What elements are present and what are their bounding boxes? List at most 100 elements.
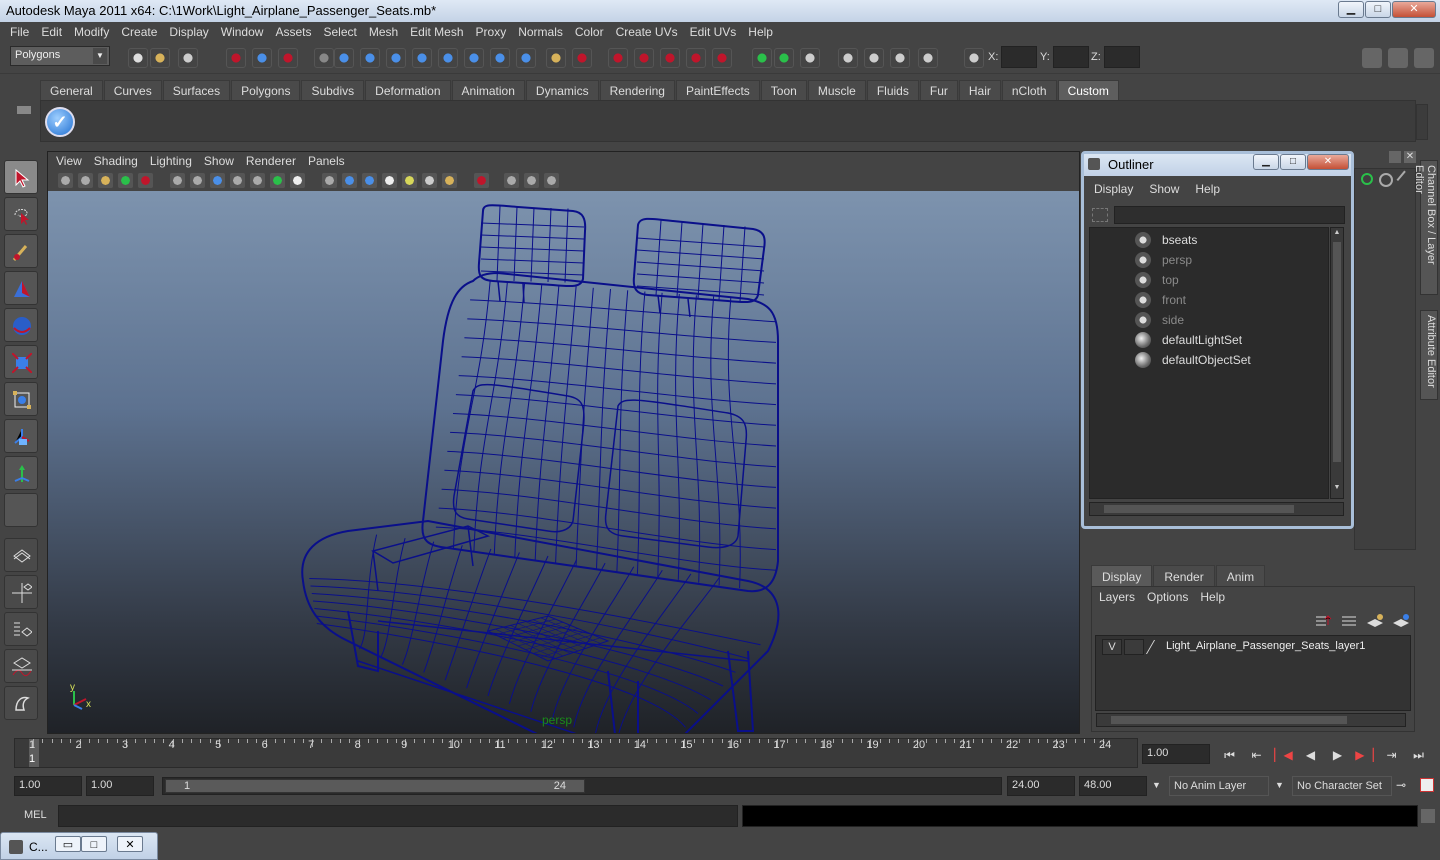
outliner-item[interactable]: bseats	[1090, 230, 1328, 250]
field-chart-icon[interactable]	[250, 173, 265, 188]
viewport-menu-renderer[interactable]: Renderer	[242, 152, 304, 170]
layer-scroll-thumb[interactable]	[1111, 716, 1347, 724]
menu-color[interactable]: Color	[569, 22, 610, 42]
filter-icon[interactable]	[1092, 208, 1108, 222]
range-slider-handle[interactable]: 1 24	[165, 779, 585, 793]
shelf-tab-painteffects[interactable]: PaintEffects	[675, 80, 760, 100]
viewport-menu-show[interactable]: Show	[200, 152, 242, 170]
minimized-window[interactable]: C... ▭ □ ✕	[0, 832, 158, 860]
shelf-tab-polygons[interactable]: Polygons	[231, 80, 301, 100]
textured-icon[interactable]	[382, 173, 397, 188]
grid-icon[interactable]	[170, 173, 185, 188]
mel-label[interactable]: MEL	[24, 809, 47, 821]
channel-float-icon[interactable]	[1389, 151, 1401, 163]
tool-settings-icon[interactable]	[1388, 48, 1408, 68]
select-camera-icon[interactable]	[58, 173, 73, 188]
layer-horizontal-scrollbar[interactable]	[1096, 713, 1406, 727]
select-tool-icon[interactable]	[4, 160, 38, 194]
layer-playback-toggle[interactable]	[1124, 639, 1144, 655]
shelf-tab-custom[interactable]: Custom	[1057, 80, 1119, 100]
input-line-menu-icon[interactable]	[918, 48, 938, 68]
snap-to-curve-icon[interactable]	[634, 48, 654, 68]
menu-create-uvs[interactable]: Create UVs	[610, 22, 684, 42]
outliner-vertical-scrollbar[interactable]: ▲ ▼	[1330, 227, 1344, 499]
image-plane-icon[interactable]	[118, 173, 133, 188]
outliner-close-button[interactable]: ✕	[1307, 154, 1349, 170]
move-tool-icon[interactable]	[4, 345, 38, 379]
go-to-end-icon[interactable]: ⏭	[1405, 746, 1432, 764]
scroll-down-icon[interactable]: ▼	[1332, 484, 1342, 494]
snap-to-point-icon[interactable]	[660, 48, 680, 68]
output-ops-icon[interactable]	[774, 48, 794, 68]
select-by-hierarchy-icon[interactable]	[226, 48, 246, 68]
shelf-tab-animation[interactable]: Animation	[451, 80, 525, 100]
step-back-key-icon[interactable]: ⇤	[1243, 746, 1270, 764]
shelf-tab-muscle[interactable]: Muscle	[807, 80, 866, 100]
menu-select[interactable]: Select	[317, 22, 362, 42]
menu-create[interactable]: Create	[115, 22, 163, 42]
viewport-menu-lighting[interactable]: Lighting	[146, 152, 200, 170]
viewport-menu-shading[interactable]: Shading	[90, 152, 146, 170]
four-pane-layout-icon[interactable]	[4, 575, 38, 609]
anim-layer-dropdown[interactable]: No Anim Layer	[1169, 776, 1269, 796]
outliner-search-input[interactable]	[1114, 206, 1345, 224]
panel-layout-icon[interactable]	[1362, 48, 1382, 68]
layer-color-icon[interactable]	[1145, 640, 1167, 654]
select-surfaces-icon[interactable]	[412, 48, 432, 68]
viewport-menu-view[interactable]: View	[52, 152, 90, 170]
close-button[interactable]: ✕	[1392, 1, 1436, 18]
flat-shade-icon[interactable]	[362, 173, 377, 188]
minimize-button[interactable]: ▁	[1338, 1, 1364, 18]
outliner-menu-show[interactable]: Show	[1149, 182, 1179, 200]
layer-tab-display[interactable]: Display	[1091, 565, 1153, 586]
render-settings-icon[interactable]	[890, 48, 910, 68]
construction-history-icon[interactable]	[800, 48, 820, 68]
layer-menu-layers[interactable]: Layers	[1099, 590, 1135, 604]
shelf-tab-ncloth[interactable]: nCloth	[1001, 80, 1057, 100]
shelf-scroll[interactable]	[1416, 104, 1428, 140]
select-curves-icon[interactable]	[386, 48, 406, 68]
outliner-item[interactable]: defaultLightSet	[1090, 330, 1328, 350]
playback-end-field[interactable]: 24.00	[1007, 776, 1075, 796]
range-slider[interactable]: 1 24	[162, 777, 1002, 795]
time-slider[interactable]: 1 1 2 3 4 5 6 7 8 9 10 11 12 13 14 15 16 17 18 19 20 21 22 23 2…	[14, 738, 1138, 768]
xray-components-icon[interactable]	[544, 173, 559, 188]
lasso-tool-icon[interactable]	[4, 197, 38, 231]
layer-visibility-toggle[interactable]: V	[1102, 639, 1122, 655]
shelf-tab-fur[interactable]: Fur	[919, 80, 958, 100]
menu-assets[interactable]: Assets	[269, 22, 317, 42]
xray-joints-icon[interactable]	[524, 173, 539, 188]
maximize-button[interactable]: □	[1365, 1, 1391, 18]
select-joints-icon[interactable]	[360, 48, 380, 68]
check-icon[interactable]: ✓	[45, 107, 75, 137]
menu-edit-mesh[interactable]: Edit Mesh	[404, 22, 469, 42]
outliner-horizontal-scrollbar[interactable]	[1089, 502, 1344, 516]
viewport-menu-panels[interactable]: Panels	[304, 152, 353, 170]
playback-start-field[interactable]: 1.00	[86, 776, 154, 796]
safe-action-icon[interactable]	[270, 173, 285, 188]
x-input[interactable]	[1001, 46, 1037, 68]
layer-tab-anim[interactable]: Anim	[1215, 565, 1266, 586]
shelf-tab-surfaces[interactable]: Surfaces	[162, 80, 231, 100]
outliner-layout-icon[interactable]	[4, 612, 38, 646]
shelf-tab-curves[interactable]: Curves	[103, 80, 162, 100]
minimized-maximize-button[interactable]: □	[81, 836, 107, 852]
new-layer-icon[interactable]	[1366, 613, 1384, 629]
xray-icon[interactable]	[504, 173, 519, 188]
shadows-icon[interactable]	[442, 173, 457, 188]
outliner-item[interactable]: persp	[1090, 250, 1328, 270]
current-time-field[interactable]: 1.00	[1142, 744, 1210, 764]
step-forward-frame-icon[interactable]: ▶▕	[1351, 746, 1378, 764]
graph-layout-icon[interactable]	[4, 649, 38, 683]
sphere-tool-icon[interactable]	[4, 308, 38, 342]
end-time-field[interactable]: 48.00	[1079, 776, 1147, 796]
manipulator-tool-icon[interactable]	[4, 456, 38, 490]
layer-tab-render[interactable]: Render	[1153, 565, 1215, 586]
outliner-window[interactable]: Outliner ▁ □ ✕ Display Show Help bseats per…	[1081, 151, 1354, 529]
new-scene-icon[interactable]	[128, 48, 148, 68]
rotate-tool-icon[interactable]	[4, 419, 38, 453]
safe-title-icon[interactable]	[290, 173, 305, 188]
layer-row[interactable]: V Light_Airplane_Passenger_Seats_layer1	[1098, 638, 1408, 656]
camera-attributes-icon[interactable]	[78, 173, 93, 188]
character-set-dropdown[interactable]: No Character Set	[1292, 776, 1392, 796]
